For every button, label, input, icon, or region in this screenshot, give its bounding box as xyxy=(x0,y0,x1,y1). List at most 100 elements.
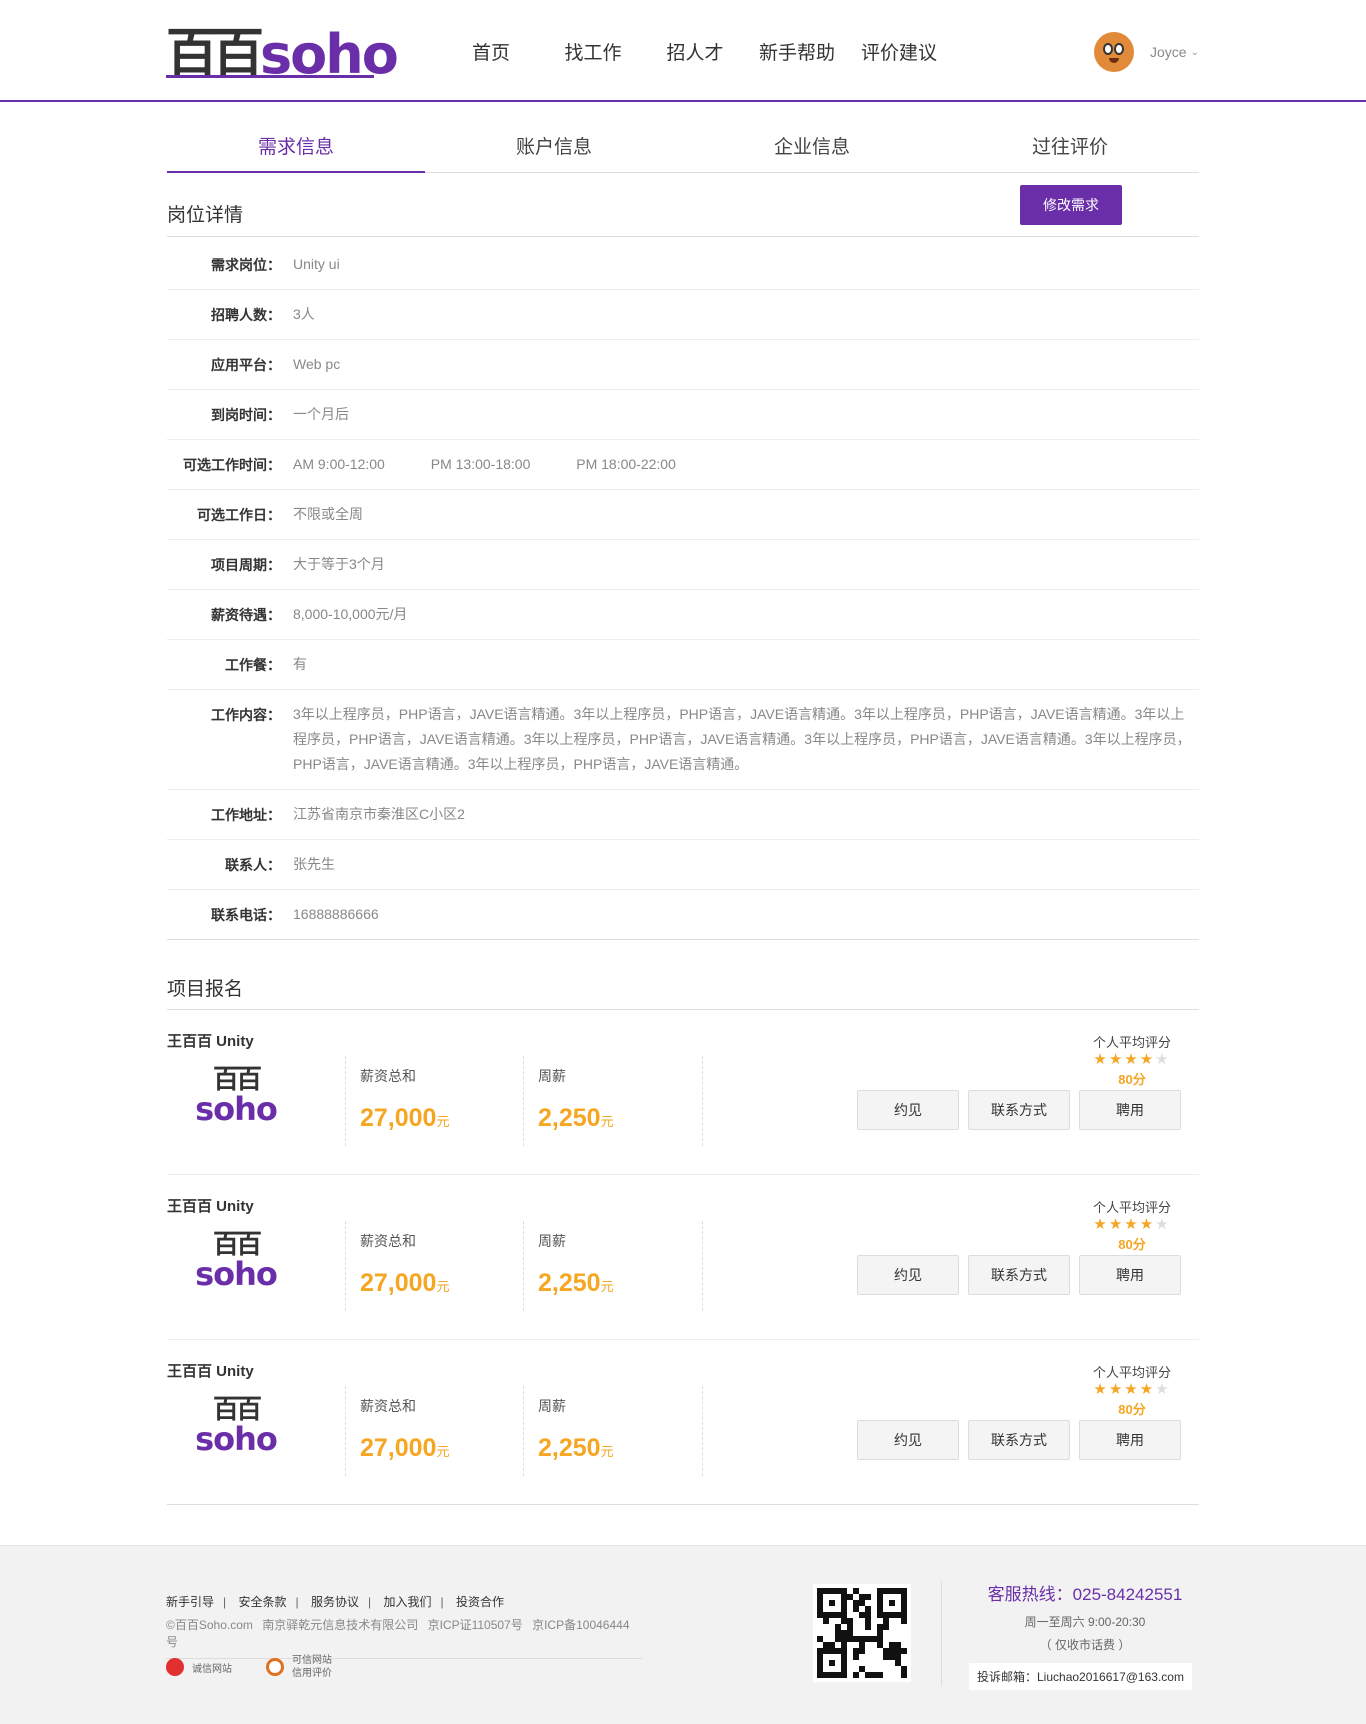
field-value: 3年以上程序员，PHP语言，JAVE语言精通。3年以上程序员，PHP语言，JAV… xyxy=(293,706,1191,772)
footer-link-terms[interactable]: 服务协议 xyxy=(311,1595,359,1609)
footer-link-guide[interactable]: 新手引导 xyxy=(166,1595,214,1609)
logo-han: 百百 xyxy=(166,24,264,84)
detail-row: 项目周期： 大于等于3个月 xyxy=(167,540,1199,590)
field-value: 16888886666 xyxy=(293,906,379,922)
weekly-salary-label: 周薪 xyxy=(538,1233,566,1249)
star-icon: ★ xyxy=(1093,1216,1109,1233)
footer-link-security[interactable]: 安全条款 xyxy=(238,1595,286,1609)
main-nav: 首页 找工作 招人才 新手帮助 评价建议 xyxy=(440,38,950,65)
section-title-detail: 岗位详情 xyxy=(167,205,244,226)
separator: | xyxy=(223,1595,227,1609)
footer-divider xyxy=(941,1581,942,1686)
salary-total-label: 薪资总和 xyxy=(360,1398,416,1414)
badge-label[interactable]: 诚信网站 xyxy=(192,1660,232,1675)
nav-recruit[interactable]: 招人才 xyxy=(644,38,746,65)
field-label: 工作内容： xyxy=(211,707,281,723)
applicant-logo: 百百 soho xyxy=(181,1066,291,1125)
weekly-salary: 周薪 2,250元 xyxy=(523,1056,703,1146)
applicant-name[interactable]: 王百百 Unity xyxy=(167,1030,254,1051)
qr-code xyxy=(813,1584,911,1682)
applicant-name[interactable]: 王百百 Unity xyxy=(167,1195,254,1216)
applicant-name[interactable]: 王百百 Unity xyxy=(167,1360,254,1381)
field-label: 可选工作时间： xyxy=(183,457,281,473)
badge-label: 可信网站 xyxy=(292,1655,332,1666)
tab-requirements[interactable]: 需求信息 xyxy=(167,122,425,173)
field-label: 可选工作日： xyxy=(197,507,281,523)
copyright-company: 南京驿乾元信息技术有限公司 xyxy=(262,1618,419,1632)
currency-unit: 元 xyxy=(600,1444,614,1459)
credit-badge-icon[interactable] xyxy=(166,1658,184,1676)
nav-feedback[interactable]: 评价建议 xyxy=(848,38,950,65)
applicant-card: 王百百 Unity 百百 soho 薪资总和 27,000元 周薪 2,250元… xyxy=(167,1010,1199,1175)
rating-block: 个人平均评分 ★★★★★ 80分 xyxy=(1082,1362,1182,1418)
field-label: 联系人： xyxy=(225,857,281,873)
logo-latin: soho xyxy=(260,23,399,86)
time-slot: PM 13:00-18:00 xyxy=(430,456,531,472)
tab-account[interactable]: 账户信息 xyxy=(425,122,683,172)
section-title-applications: 项目报名 xyxy=(167,979,244,1000)
weekly-salary-label: 周薪 xyxy=(538,1398,566,1414)
nav-find-job[interactable]: 找工作 xyxy=(542,38,644,65)
contact-button[interactable]: 联系方式 xyxy=(968,1420,1070,1460)
separator: | xyxy=(367,1595,372,1609)
nav-help[interactable]: 新手帮助 xyxy=(746,38,848,65)
salary-total-value: 27,000 xyxy=(360,1269,437,1297)
time-slot: AM 9:00-12:00 xyxy=(293,456,385,472)
chevron-down-icon[interactable]: ⌄ xyxy=(1191,47,1199,58)
star-rating: ★★★★★ xyxy=(1082,1216,1182,1234)
user-menu[interactable]: Joyce ⌄ xyxy=(1094,32,1199,72)
detail-row: 联系人： 张先生 xyxy=(167,840,1199,890)
separator: | xyxy=(440,1595,444,1609)
field-label: 需求岗位： xyxy=(211,257,281,273)
field-value: 张先生 xyxy=(293,856,335,872)
avatar[interactable] xyxy=(1094,32,1134,72)
nav-home[interactable]: 首页 xyxy=(440,38,542,65)
tab-reviews[interactable]: 过往评价 xyxy=(941,122,1199,172)
logo-latin: soho xyxy=(195,1420,278,1458)
star-rating: ★★★★★ xyxy=(1082,1051,1182,1069)
rating-block: 个人平均评分 ★★★★★ 80分 xyxy=(1082,1032,1182,1088)
badge-label: 信用评价 xyxy=(292,1668,332,1679)
contact-button[interactable]: 联系方式 xyxy=(968,1255,1070,1295)
field-value: 有 xyxy=(293,656,307,672)
applicant-logo: 百百 soho xyxy=(181,1396,291,1458)
rating-label: 个人平均评分 xyxy=(1092,1200,1171,1215)
weekly-salary-value: 2,250 xyxy=(538,1434,601,1462)
user-name[interactable]: Joyce xyxy=(1150,44,1187,60)
star-icon: ★ xyxy=(1124,1051,1140,1068)
star-icon: ★ xyxy=(1139,1216,1156,1233)
applicant-actions: 约见 联系方式 聘用 xyxy=(857,1090,1190,1130)
rating-score: 80分 xyxy=(1118,1402,1146,1417)
trusted-site-badge[interactable]: 可信网站 信用评价 xyxy=(266,1654,332,1680)
star-icon: ★ xyxy=(1155,1051,1171,1068)
footer-links: 新手引导 | 安全条款 | 服务协议 | 加入我们 | 投资合作 xyxy=(166,1593,504,1610)
meet-button[interactable]: 约见 xyxy=(857,1420,959,1460)
icp-license: 京ICP证110507号 xyxy=(427,1618,523,1632)
field-label: 应用平台： xyxy=(211,357,281,373)
logo-underline xyxy=(166,75,374,78)
detail-row: 薪资待遇： 8,000-10,000元/月 xyxy=(167,590,1199,640)
trusted-badge-icon xyxy=(266,1658,284,1676)
hire-button[interactable]: 聘用 xyxy=(1079,1090,1181,1130)
footer-link-join[interactable]: 加入我们 xyxy=(383,1595,431,1609)
hire-button[interactable]: 聘用 xyxy=(1079,1420,1181,1460)
currency-unit: 元 xyxy=(436,1444,450,1459)
field-value: Unity ui xyxy=(293,256,340,272)
edit-requirement-button[interactable]: 修改需求 xyxy=(1020,185,1122,225)
meet-button[interactable]: 约见 xyxy=(857,1255,959,1295)
contact-button[interactable]: 联系方式 xyxy=(968,1090,1070,1130)
separator: | xyxy=(295,1595,299,1609)
applicant-card: 王百百 Unity 百百 soho 薪资总和 27,000元 周薪 2,250元… xyxy=(167,1175,1199,1340)
site-logo[interactable]: 百百 soho xyxy=(166,23,399,86)
meet-button[interactable]: 约见 xyxy=(857,1090,959,1130)
detail-row: 需求岗位： Unity ui xyxy=(167,240,1199,290)
rating-label: 个人平均评分 xyxy=(1092,1365,1171,1380)
detail-row: 工作餐： 有 xyxy=(167,640,1199,690)
footer-link-invest[interactable]: 投资合作 xyxy=(456,1595,504,1609)
copyright: ©百百Soho.com 南京驿乾元信息技术有限公司 京ICP证110507号 京… xyxy=(166,1616,642,1659)
field-value: 3人 xyxy=(293,306,315,322)
star-icon: ★ xyxy=(1093,1381,1109,1398)
hire-button[interactable]: 聘用 xyxy=(1079,1255,1181,1295)
rating-label: 个人平均评分 xyxy=(1092,1035,1171,1050)
tab-company[interactable]: 企业信息 xyxy=(683,122,941,172)
